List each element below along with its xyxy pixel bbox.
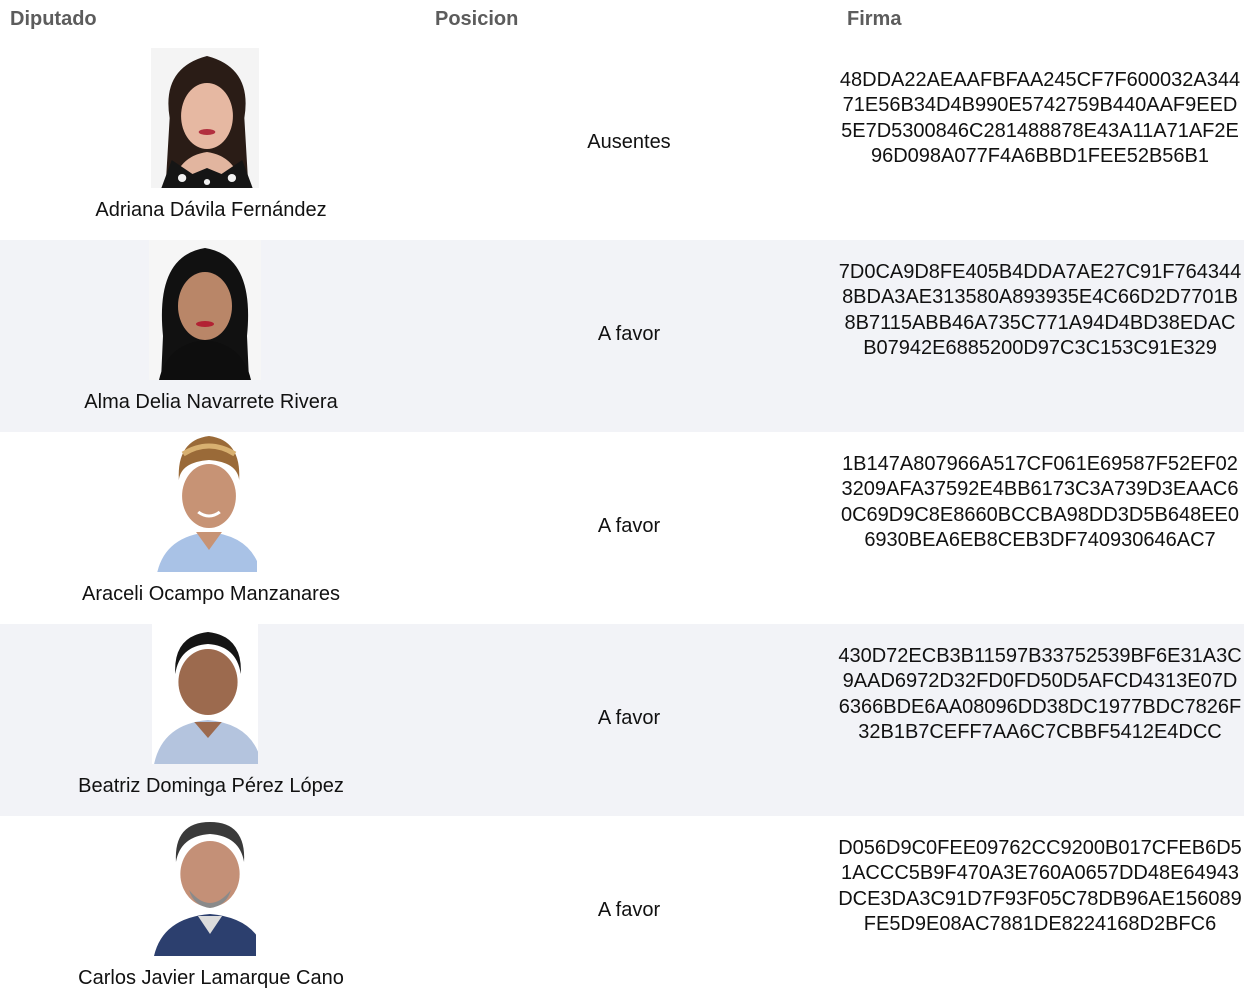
vote-position: A favor (597, 515, 661, 537)
table-header: Diputado Posicion Firma (0, 0, 1244, 40)
deputy-photo (152, 624, 258, 764)
vote-position: Ausentes (587, 131, 671, 153)
vote-position: A favor (597, 707, 661, 729)
deputy-photo (149, 240, 261, 380)
deputy-name: Carlos Javier Lamarque Cano (78, 967, 344, 989)
table-row: Adriana Dávila Fernández Ausentes 48DDA2… (0, 48, 1244, 240)
deputy-name: Adriana Dávila Fernández (95, 199, 327, 221)
column-header-diputado: Diputado (10, 8, 97, 30)
deputy-name: Beatriz Dominga Pérez López (78, 775, 344, 797)
table-row: Alma Delia Navarrete Rivera A favor 7D0C… (0, 240, 1244, 432)
column-header-firma: Firma (847, 8, 902, 30)
signature-hash: 7D0CA9D8FE405B4DDA7AE27C91F7643448BDA3AE… (838, 261, 1242, 359)
table-row: Carlos Javier Lamarque Cano A favor D056… (0, 816, 1244, 1008)
vote-position: A favor (597, 323, 661, 345)
column-header-posicion: Posicion (435, 8, 519, 30)
deputy-name: Alma Delia Navarrete Rivera (84, 391, 338, 413)
deputy-photo (153, 432, 257, 572)
deputy-name: Araceli Ocampo Manzanares (82, 583, 340, 605)
deputy-photo (151, 48, 259, 188)
signature-hash: 430D72ECB3B11597B33752539BF6E31A3C9AAD69… (838, 645, 1242, 743)
deputy-photo (154, 816, 256, 956)
signature-hash: 1B147A807966A517CF061E69587F52EF023209AF… (840, 453, 1240, 551)
signature-hash: 48DDA22AEAAFBFAA245CF7F600032A34471E56B3… (839, 69, 1241, 167)
table-row: Beatriz Dominga Pérez López A favor 430D… (0, 624, 1244, 816)
table-row: Araceli Ocampo Manzanares A favor 1B147A… (0, 432, 1244, 624)
vote-position: A favor (597, 899, 661, 921)
signature-hash: D056D9C0FEE09762CC9200B017CFEB6D51ACCC5B… (838, 837, 1242, 935)
